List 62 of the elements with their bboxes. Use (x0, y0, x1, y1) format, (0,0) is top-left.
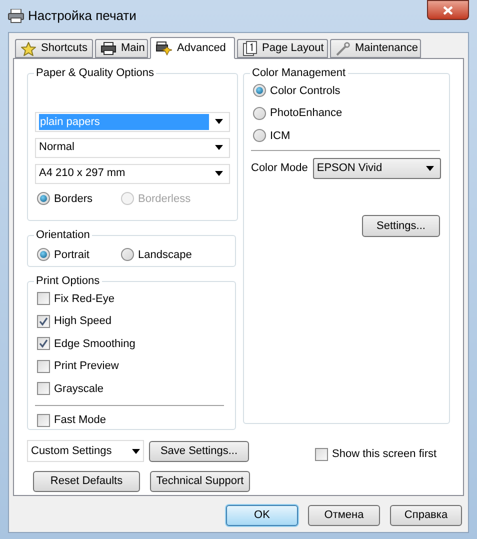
field-label: Color Mode (251, 161, 308, 176)
radio-button[interactable] (253, 84, 266, 98)
radio-label: Landscape (138, 248, 192, 262)
custom-settings-dropdown[interactable]: Custom Settings (27, 440, 144, 462)
caret-icon (215, 119, 223, 124)
close-button[interactable] (427, 0, 469, 20)
group-title: Orientation (35, 228, 91, 243)
radio-button[interactable] (253, 129, 266, 142)
radio-button[interactable] (37, 248, 50, 262)
checkbox-label: Show this screen first (332, 447, 437, 462)
checkbox[interactable] (37, 360, 50, 373)
dropdown[interactable]: Normal (35, 138, 230, 158)
checkbox-label: Edge Smoothing (54, 336, 136, 352)
checkbox[interactable] (37, 314, 50, 328)
dropdown[interactable]: EPSON Vivid (312, 158, 441, 179)
star-icon (21, 42, 36, 56)
checkbox-label: Fix Red-Eye (54, 292, 115, 306)
tab[interactable]: Advanced (150, 37, 235, 59)
group-title: Print Options (35, 274, 101, 289)
dialog-button[interactable]: Отмена (308, 505, 380, 526)
radio-label: Borders (54, 192, 93, 206)
radio-button[interactable] (121, 248, 134, 262)
radio-label: Color Controls (270, 84, 340, 98)
checkbox[interactable] (37, 337, 50, 350)
radio-label: PhotoEnhance (270, 106, 342, 121)
checkbox-label: Fast Mode (54, 413, 106, 428)
dropdown[interactable]: A4 210 x 297 mm (35, 164, 230, 184)
radio-button[interactable] (253, 106, 266, 120)
printer-icon (101, 42, 116, 55)
caret-icon (132, 448, 140, 454)
radio-label: Portrait (54, 248, 90, 262)
caret-icon (215, 145, 223, 150)
checkbox[interactable] (37, 292, 50, 306)
caret-icon (215, 171, 223, 176)
save-settings-button[interactable]: Save Settings... (149, 440, 249, 462)
checkbox[interactable] (315, 448, 328, 461)
close-icon (443, 6, 453, 14)
tab[interactable]: Maintenance (330, 39, 421, 58)
checkbox-label: Grayscale (54, 382, 104, 396)
printer-gear-icon (156, 40, 172, 56)
radio-label: Borderless (138, 192, 191, 206)
window-title: Настройка печати (28, 7, 136, 26)
tab[interactable]: Main (95, 39, 148, 58)
page-icon (243, 41, 257, 56)
dialog-button[interactable]: OK (226, 505, 298, 526)
checkbox[interactable] (37, 414, 50, 427)
settings-button[interactable]: Settings... (362, 215, 440, 237)
radio-label: ICM (270, 128, 290, 144)
group-title: Color Management (251, 66, 347, 81)
tab[interactable]: Shortcuts (15, 39, 93, 58)
wrench-icon (336, 42, 350, 56)
technical-support-button[interactable]: Technical Support (150, 471, 250, 492)
checkbox[interactable] (37, 382, 50, 396)
checkbox-label: Print Preview (54, 359, 119, 374)
checkbox-label: High Speed (54, 314, 112, 329)
tab[interactable]: Page Layout (237, 39, 328, 58)
radio-button[interactable] (37, 192, 50, 206)
group-title: Paper & Quality Options (35, 66, 156, 81)
reset-defaults-button[interactable]: Reset Defaults (33, 471, 140, 492)
printer-icon (8, 9, 24, 23)
dialog-button[interactable]: Справка (390, 505, 462, 526)
caret-icon (426, 166, 434, 171)
